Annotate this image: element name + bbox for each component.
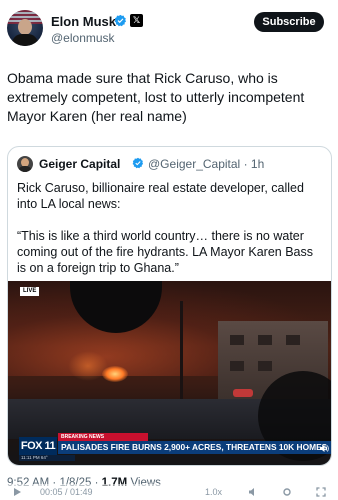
player-time: 00:05 / 01:49	[40, 487, 93, 497]
breaking-news-label: BREAKING NEWS	[58, 433, 148, 441]
quoted-paragraph: Rick Caruso, billionaire real estate dev…	[17, 181, 304, 211]
video-car-lights	[233, 389, 253, 397]
quoted-author-name[interactable]: Geiger Capital	[39, 157, 120, 171]
video-controls-overlay: 00:05 / 01:49 1.0x	[0, 484, 338, 500]
building-window	[258, 335, 272, 345]
author-name[interactable]: Elon Musk	[51, 14, 116, 29]
quoted-post-age[interactable]: 1h	[251, 157, 264, 171]
news-chyron: FOX 11 BREAKING NEWS PALISADES FIRE BURN…	[19, 433, 331, 461]
quoted-author-meta: @Geiger_Capital · 1h	[148, 157, 265, 171]
playback-speed[interactable]: 1.0x	[205, 487, 222, 497]
video-pole	[180, 301, 183, 401]
quoted-post-text: Rick Caruso, billionaire real estate dev…	[17, 180, 325, 292]
verified-badge-icon	[114, 14, 127, 27]
author-handle[interactable]: @elonmusk	[51, 31, 115, 45]
post-header: Elon Musk 𝕏 @elonmusk Subscribe	[0, 0, 338, 60]
news-ticker: 11:11 PM 64°	[19, 455, 75, 461]
news-headline: PALISADES FIRE BURNS 2,900+ ACRES, THREA…	[58, 441, 331, 454]
quoted-author-avatar[interactable]	[17, 156, 33, 172]
live-badge: LIVE	[20, 287, 40, 296]
quoted-post[interactable]: Geiger Capital @Geiger_Capital · 1h Rick…	[7, 146, 332, 466]
x-logo-icon: 𝕏	[130, 14, 143, 27]
play-icon[interactable]	[12, 487, 22, 497]
video-fire	[102, 366, 128, 382]
quoted-author-handle[interactable]: @Geiger_Capital	[148, 157, 240, 171]
author-avatar[interactable]	[7, 10, 43, 46]
building-window	[286, 335, 300, 345]
channel-logo: FOX 11	[19, 437, 57, 455]
verified-badge-icon	[132, 157, 144, 169]
fullscreen-icon[interactable]	[316, 487, 326, 497]
avatar-suit	[12, 34, 38, 46]
settings-icon[interactable]	[282, 487, 292, 497]
volume-icon[interactable]	[248, 487, 258, 497]
avatar-face	[18, 19, 32, 35]
subscribe-button[interactable]: Subscribe	[254, 12, 324, 32]
building-window	[230, 361, 244, 371]
quoted-avatar-body	[18, 166, 32, 172]
quoted-paragraph: “This is like a third world country… the…	[17, 229, 313, 275]
post-text: Obama made sure that Rick Caruso, who is…	[7, 70, 305, 124]
building-window	[258, 361, 272, 371]
speaker-icon[interactable]	[319, 444, 329, 453]
video-player[interactable]: LIVE FOX 11 BREAKING NEWS PALISADES FIRE…	[8, 281, 331, 465]
building-window	[230, 335, 244, 345]
